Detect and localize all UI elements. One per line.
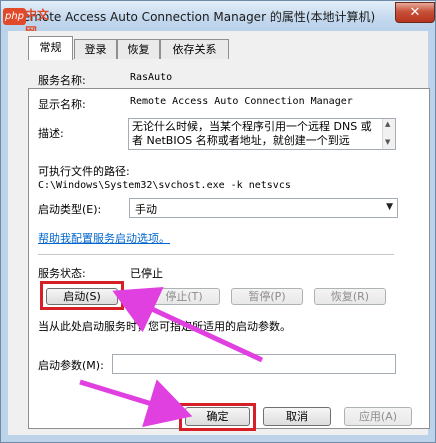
divider: [38, 254, 394, 255]
php-logo-icon: php: [3, 8, 26, 25]
display-name-value: Remote Access Auto Connection Manager: [130, 96, 353, 107]
title-bar[interactable]: Remote Access Auto Connection Manager 的属…: [1, 1, 435, 31]
apply-button[interactable]: 应用(A): [344, 407, 412, 426]
tab-logon[interactable]: 登录: [74, 39, 117, 59]
start-params-hint: 当从此处启动服务时，您可指定所适用的启动参数。: [38, 320, 291, 333]
help-configure-link[interactable]: 帮助我配置服务启动选项。: [38, 230, 170, 246]
pause-button[interactable]: 暂停(P): [231, 288, 303, 305]
start-params-input[interactable]: [112, 354, 396, 374]
description-label: 描述:: [38, 127, 64, 140]
stop-button[interactable]: 停止(T): [148, 288, 220, 305]
description-scrollbar[interactable]: ▲ ▼: [382, 119, 395, 149]
service-status-label: 服务状态:: [38, 267, 86, 280]
tab-dependencies[interactable]: 依存关系: [160, 39, 229, 59]
description-text: 无论什么时候，当某个程序引用一个远程 DNS 或者 NetBIOS 名称或者地址…: [132, 120, 372, 147]
service-name-label: 服务名称:: [38, 74, 86, 87]
service-name-value: RasAuto: [130, 72, 173, 83]
start-button[interactable]: 启动(S): [46, 288, 118, 305]
ok-button[interactable]: 确定: [185, 407, 250, 426]
tab-general[interactable]: 常规: [28, 36, 73, 60]
dialog-window: Remote Access Auto Connection Manager 的属…: [0, 0, 436, 443]
tab-recovery[interactable]: 恢复: [117, 39, 160, 59]
chevron-down-icon: ▼: [386, 202, 393, 212]
close-icon: ✕: [409, 5, 421, 20]
close-button[interactable]: ✕: [395, 2, 435, 23]
description-box[interactable]: 无论什么时候，当某个程序引用一个远程 DNS 或者 NetBIOS 名称或者地址…: [128, 118, 396, 150]
resume-button[interactable]: 恢复(R): [314, 288, 386, 305]
scroll-up-icon[interactable]: ▲: [385, 120, 390, 128]
start-params-label: 启动参数(M):: [38, 359, 104, 372]
cancel-button[interactable]: 取消: [263, 407, 331, 426]
window-title: Remote Access Auto Connection Manager 的属…: [15, 10, 376, 24]
startup-type-select[interactable]: 手动 ▼: [129, 198, 398, 218]
scroll-down-icon[interactable]: ▼: [385, 138, 390, 146]
service-status-value: 已停止: [130, 267, 163, 280]
startup-type-value: 手动: [135, 203, 157, 216]
exe-path-value: C:\Windows\System32\svchost.exe -k netsv…: [38, 180, 291, 191]
startup-type-label: 启动类型(E):: [38, 203, 102, 216]
display-name-label: 显示名称:: [38, 98, 86, 111]
exe-path-label: 可执行文件的路径:: [38, 165, 130, 178]
watermark-logo: php 中文网: [1, 1, 49, 39]
